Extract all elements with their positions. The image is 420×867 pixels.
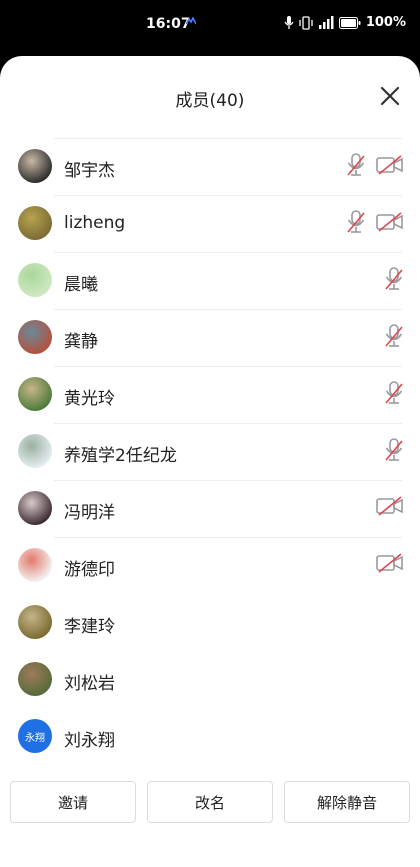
avatar[interactable]: [18, 263, 52, 297]
row-divider: [54, 195, 402, 196]
mic-muted-icon[interactable]: [346, 210, 366, 234]
avatar[interactable]: 永翔: [18, 719, 52, 753]
member-name: 刘松岩: [64, 674, 115, 694]
member-row[interactable]: 永翔 刘永翔: [0, 708, 420, 765]
members-sheet: 成员(40) 邹宇杰 lizheng 晨曦 龚静 黄光玲 养殖学2任纪龙 冯明洋…: [0, 56, 420, 867]
member-row[interactable]: 冯明洋: [0, 480, 420, 537]
status-bar: 16:07 100%: [0, 0, 420, 50]
member-row[interactable]: 游德印: [0, 537, 420, 594]
vibrate-icon: [299, 15, 313, 30]
page-title: 成员(40): [175, 91, 245, 111]
member-list: 邹宇杰 lizheng 晨曦 龚静 黄光玲 养殖学2任纪龙 冯明洋 游德印 李建…: [0, 138, 420, 765]
camera-off-icon[interactable]: [376, 211, 404, 233]
status-time: 16:07: [146, 16, 191, 32]
avatar[interactable]: [18, 206, 52, 240]
avatar[interactable]: [18, 149, 52, 183]
avatar-initials: 永翔: [25, 732, 45, 744]
unmute-all-button[interactable]: 解除静音: [284, 781, 410, 823]
member-status-icons: [376, 495, 404, 517]
avatar[interactable]: [18, 320, 52, 354]
battery-percent: 100%: [365, 15, 406, 30]
member-row[interactable]: 晨曦: [0, 252, 420, 309]
mic-muted-icon[interactable]: [384, 438, 404, 462]
mic-in-use-icon: [284, 15, 294, 29]
member-row[interactable]: 养殖学2任纪龙: [0, 423, 420, 480]
member-status-icons: [384, 324, 404, 348]
mic-muted-icon[interactable]: [346, 153, 366, 177]
mic-muted-icon[interactable]: [384, 267, 404, 291]
battery-icon: [338, 16, 361, 29]
row-divider: [54, 537, 402, 538]
member-row[interactable]: 龚静: [0, 309, 420, 366]
member-status-icons: [384, 438, 404, 462]
close-icon[interactable]: [378, 84, 402, 108]
member-status-icons: [346, 210, 404, 234]
row-divider: [54, 366, 402, 367]
avatar[interactable]: [18, 548, 52, 582]
mic-muted-icon[interactable]: [384, 381, 404, 405]
member-status-icons: [384, 267, 404, 291]
member-name: 晨曦: [64, 275, 98, 295]
member-name: 邹宇杰: [64, 161, 115, 181]
avatar[interactable]: [18, 434, 52, 468]
row-divider: [54, 309, 402, 310]
avatar[interactable]: [18, 662, 52, 696]
member-row[interactable]: 黄光玲: [0, 366, 420, 423]
avatar[interactable]: [18, 377, 52, 411]
member-name: 养殖学2任纪龙: [64, 446, 177, 466]
footer-actions: 邀请 改名 解除静音: [0, 781, 420, 827]
member-name: 刘永翔: [64, 731, 115, 751]
row-divider: [54, 423, 402, 424]
member-name: lizheng: [64, 213, 126, 233]
avatar[interactable]: [18, 605, 52, 639]
member-name: 冯明洋: [64, 503, 115, 523]
member-status-icons: [384, 381, 404, 405]
member-name: 黄光玲: [64, 389, 115, 409]
member-row[interactable]: 李建玲: [0, 594, 420, 651]
member-row[interactable]: 刘松岩: [0, 651, 420, 708]
status-icons: 100%: [284, 15, 406, 30]
member-row[interactable]: lizheng: [0, 195, 420, 252]
mic-muted-icon[interactable]: [384, 324, 404, 348]
member-status-icons: [346, 153, 404, 177]
row-divider: [54, 138, 402, 139]
member-name: 龚静: [64, 332, 98, 352]
sheet-header: 成员(40): [0, 56, 420, 138]
row-divider: [54, 480, 402, 481]
rename-button[interactable]: 改名: [147, 781, 273, 823]
camera-off-icon[interactable]: [376, 552, 404, 574]
camera-off-icon[interactable]: [376, 154, 404, 176]
row-divider: [54, 252, 402, 253]
camera-off-icon[interactable]: [376, 495, 404, 517]
member-status-icons: [376, 552, 404, 574]
avatar[interactable]: [18, 491, 52, 525]
member-name: 游德印: [64, 560, 115, 580]
signal-icon: [318, 15, 334, 29]
member-name: 李建玲: [64, 617, 115, 637]
member-row[interactable]: 邹宇杰: [0, 138, 420, 195]
invite-button[interactable]: 邀请: [10, 781, 136, 823]
activity-icon: [186, 17, 196, 25]
